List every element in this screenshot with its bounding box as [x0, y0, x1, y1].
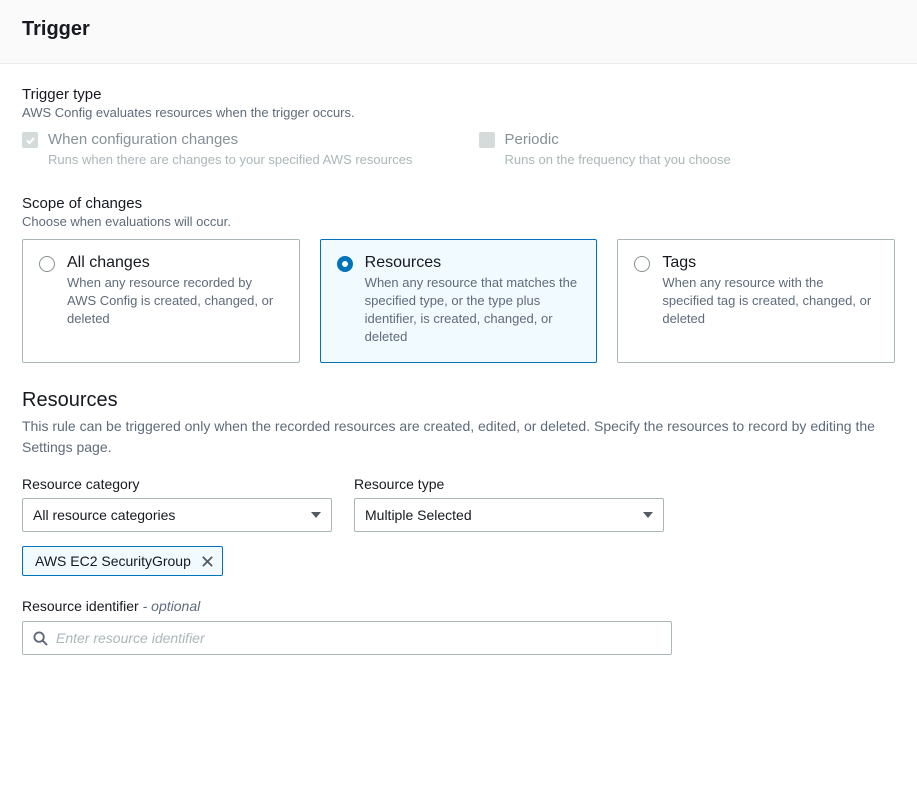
resource-category-dropdown[interactable]: All resource categories	[22, 498, 332, 532]
radio-selected-icon	[337, 256, 353, 272]
selected-resource-chip: AWS EC2 SecurityGroup	[22, 546, 223, 576]
chip-label: AWS EC2 SecurityGroup	[35, 553, 191, 569]
panel-title: Trigger	[22, 18, 895, 41]
scope-tags-desc: When any resource with the specified tag…	[662, 274, 878, 329]
trigger-type-sub: AWS Config evaluates resources when the …	[22, 105, 895, 120]
scope-label: Scope of changes	[22, 195, 895, 212]
scope-card-tags[interactable]: Tags When any resource with the specifie…	[617, 239, 895, 364]
periodic-desc: Runs on the frequency that you choose	[505, 151, 896, 169]
resources-desc: This rule can be triggered only when the…	[22, 416, 895, 458]
resource-identifier-input[interactable]	[56, 630, 661, 646]
config-changes-desc: Runs when there are changes to your spec…	[48, 151, 439, 169]
checkbox-periodic: Periodic Runs on the frequency that you …	[479, 130, 896, 169]
resources-section: Resources This rule can be triggered onl…	[22, 389, 895, 655]
scope-all-desc: When any resource recorded by AWS Config…	[67, 274, 283, 329]
trigger-type-label: Trigger type	[22, 86, 895, 103]
radio-unselected-icon	[39, 256, 55, 272]
resource-type-value: Multiple Selected	[365, 507, 472, 523]
periodic-title: Periodic	[505, 130, 896, 150]
caret-down-icon	[643, 510, 653, 520]
resource-category-label: Resource category	[22, 476, 332, 492]
scope-all-title: All changes	[67, 254, 283, 272]
panel-header: Trigger	[0, 0, 917, 64]
resource-category-value: All resource categories	[33, 507, 175, 523]
scope-tags-title: Tags	[662, 254, 878, 272]
resource-identifier-input-wrap[interactable]	[22, 621, 672, 655]
trigger-type-section: Trigger type AWS Config evaluates resour…	[22, 86, 895, 169]
checkbox-checked-icon	[22, 132, 38, 148]
scope-card-resources[interactable]: Resources When any resource that matches…	[320, 239, 598, 364]
search-icon	[33, 631, 48, 646]
resource-type-dropdown[interactable]: Multiple Selected	[354, 498, 664, 532]
checkbox-config-changes: When configuration changes Runs when the…	[22, 130, 439, 169]
resource-type-label: Resource type	[354, 476, 664, 492]
radio-unselected-icon	[634, 256, 650, 272]
config-changes-title: When configuration changes	[48, 130, 439, 150]
scope-resources-title: Resources	[365, 254, 581, 272]
close-icon[interactable]	[201, 555, 214, 568]
scope-sub: Choose when evaluations will occur.	[22, 214, 895, 229]
caret-down-icon	[311, 510, 321, 520]
resource-identifier-label: Resource identifier - optional	[22, 598, 895, 614]
scope-section: Scope of changes Choose when evaluations…	[22, 195, 895, 364]
scope-card-all[interactable]: All changes When any resource recorded b…	[22, 239, 300, 364]
checkbox-unchecked-icon	[479, 132, 495, 148]
scope-resources-desc: When any resource that matches the speci…	[365, 274, 581, 347]
resources-heading: Resources	[22, 389, 895, 412]
